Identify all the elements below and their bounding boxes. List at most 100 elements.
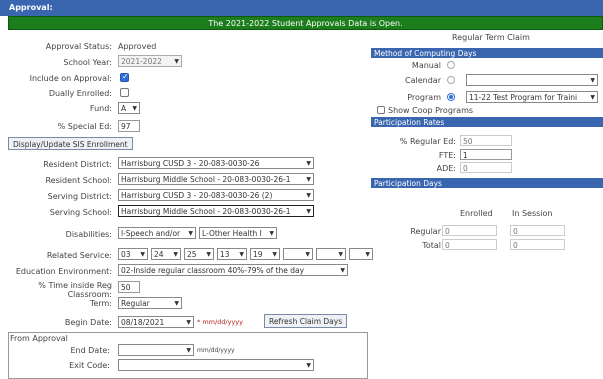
- school-year-select[interactable]: 2021-2022 ▼: [118, 55, 182, 67]
- approval-status-value: Approved: [118, 42, 157, 51]
- regular-in-session-value: 0: [510, 225, 565, 236]
- chevron-down-icon: ▼: [173, 251, 178, 258]
- related-service-select-7[interactable]: ▼: [316, 248, 346, 260]
- ade-value: 0: [460, 162, 512, 173]
- manual-radio[interactable]: [447, 61, 455, 69]
- disabilities-label: Disabilities:: [65, 230, 112, 239]
- enrolled-column-header: Enrolled: [460, 209, 493, 218]
- participation-rates-header: Participation Rates: [371, 117, 603, 127]
- calendar-dropdown-icon: ▼: [186, 319, 191, 326]
- related-service-select-8[interactable]: ▼: [349, 248, 373, 260]
- chevron-down-icon: ▼: [306, 176, 311, 183]
- serving-school-label: Serving School:: [49, 208, 112, 217]
- fund-select[interactable]: A ▼: [118, 102, 140, 114]
- related-service-select-2[interactable]: 24 ▼: [151, 248, 181, 260]
- chevron-down-icon: ▼: [306, 160, 311, 167]
- disability-select-1[interactable]: l-Speech and/or ▼: [118, 227, 196, 239]
- in-session-column-header: In Session: [512, 209, 553, 218]
- chevron-down-icon: ▼: [340, 267, 345, 274]
- related-service-select-5[interactable]: 19 ▼: [250, 248, 280, 260]
- resident-district-select[interactable]: Harrisburg CUSD 3 - 20-083-0030-26 ▼: [118, 157, 314, 169]
- chevron-down-icon: ▼: [140, 251, 145, 258]
- chevron-down-icon: ▼: [306, 362, 311, 369]
- fte-label: FTE:: [438, 151, 456, 160]
- serving-district-label: Serving District:: [47, 192, 112, 201]
- chevron-down-icon: ▼: [590, 77, 595, 84]
- refresh-claim-days-button[interactable]: Refresh Claim Days: [264, 314, 348, 328]
- resident-school-label: Resident School:: [45, 176, 112, 185]
- school-year-label: School Year:: [63, 58, 112, 67]
- related-service-select-4[interactable]: 13 ▼: [217, 248, 247, 260]
- term-select[interactable]: Regular ▼: [118, 297, 182, 309]
- chevron-down-icon: ▼: [365, 251, 370, 258]
- time-inside-label: % Time inside Reg Classroom:: [38, 281, 112, 299]
- from-approval-title: From Approval: [10, 334, 68, 343]
- chevron-down-icon: ▼: [272, 251, 277, 258]
- dually-enrolled-label: Dually Enrolled:: [48, 89, 112, 98]
- regular-ed-label: % Regular Ed:: [399, 137, 456, 146]
- method-header: Method of Computing Days: [371, 48, 603, 58]
- special-ed-input[interactable]: 97: [118, 120, 140, 132]
- exit-code-label: Exit Code:: [69, 361, 110, 370]
- manual-label: Manual: [411, 61, 441, 70]
- include-on-approval-label: Include on Approval:: [29, 74, 112, 83]
- program-radio[interactable]: [447, 93, 455, 101]
- chevron-down-icon: ▼: [188, 230, 193, 237]
- dually-enrolled-checkbox[interactable]: [120, 88, 129, 97]
- special-ed-label: % Special Ed:: [57, 122, 112, 131]
- approval-status-label: Approval Status:: [45, 42, 112, 51]
- related-service-select-3[interactable]: 25 ▼: [184, 248, 214, 260]
- show-coop-label: Show Coop Programs: [388, 106, 474, 115]
- calendar-select[interactable]: ▼: [466, 74, 598, 86]
- claim-type-label: Regular Term Claim: [452, 33, 530, 42]
- related-service-select-6[interactable]: ▼: [283, 248, 313, 260]
- open-status-banner: The 2021-2022 Student Approvals Data is …: [8, 16, 603, 30]
- calendar-label: Calendar: [405, 76, 441, 85]
- chevron-down-icon: ▼: [338, 251, 343, 258]
- education-environment-label: Education Environment:: [15, 267, 112, 276]
- chevron-down-icon: ▼: [174, 58, 179, 65]
- program-label: Program: [407, 93, 441, 102]
- chevron-down-icon: ▼: [132, 105, 137, 112]
- ade-label: ADE:: [436, 164, 456, 173]
- education-environment-select[interactable]: 02-Inside regular classroom 40%-79% of t…: [118, 264, 348, 276]
- calendar-dropdown-icon: ▼: [186, 347, 191, 354]
- chevron-down-icon: ▼: [206, 251, 211, 258]
- chevron-down-icon: ▼: [174, 300, 179, 307]
- related-service-label: Related Service:: [46, 251, 112, 260]
- term-label: Term:: [89, 299, 112, 308]
- begin-date-label: Begin Date:: [64, 318, 112, 327]
- begin-date-hint: * mm/dd/yyyy: [197, 318, 243, 326]
- serving-school-select[interactable]: Harrisburg Middle School - 20-083-0030-2…: [118, 205, 314, 217]
- end-date-input[interactable]: ▼: [118, 344, 194, 356]
- chevron-down-icon: ▼: [269, 230, 274, 237]
- total-row-label: Total: [422, 241, 441, 250]
- regular-row-label: Regular: [410, 227, 441, 236]
- fund-label: Fund:: [89, 104, 112, 113]
- regular-ed-value: 50: [460, 135, 512, 146]
- chevron-down-icon: ▼: [239, 251, 244, 258]
- include-on-approval-checkbox[interactable]: [120, 72, 129, 82]
- total-enrolled-value: 0: [442, 239, 497, 250]
- chevron-down-icon: ▼: [305, 251, 310, 258]
- related-service-select-1[interactable]: 03 ▼: [118, 248, 148, 260]
- exit-code-select[interactable]: ▼: [118, 359, 314, 371]
- calendar-radio[interactable]: [447, 76, 455, 84]
- resident-school-select[interactable]: Harrisburg Middle School - 20-083-0030-2…: [118, 173, 314, 185]
- begin-date-input[interactable]: 08/18/2021 ▼: [118, 316, 194, 328]
- chevron-down-icon: ▼: [306, 192, 311, 199]
- show-coop-checkbox[interactable]: [377, 106, 385, 114]
- participation-days-header: Participation Days: [371, 178, 603, 188]
- disability-select-2[interactable]: L-Other Health I ▼: [199, 227, 277, 239]
- resident-district-label: Resident District:: [43, 160, 112, 169]
- program-select[interactable]: 11-22 Test Program for Traini ▼: [466, 91, 598, 103]
- time-inside-input[interactable]: 50: [118, 281, 140, 293]
- end-date-hint: mm/dd/yyyy: [197, 347, 235, 354]
- regular-enrolled-value: 0: [442, 225, 497, 236]
- fte-input[interactable]: 1: [460, 149, 512, 160]
- chevron-down-icon: ▼: [306, 208, 311, 215]
- end-date-label: End Date:: [70, 346, 110, 355]
- display-update-sis-button[interactable]: Display/Update SIS Enrollment: [8, 137, 133, 150]
- serving-district-select[interactable]: Harrisburg CUSD 3 - 20-083-0030-26 (2) ▼: [118, 189, 314, 201]
- section-header: Approval:: [0, 0, 603, 16]
